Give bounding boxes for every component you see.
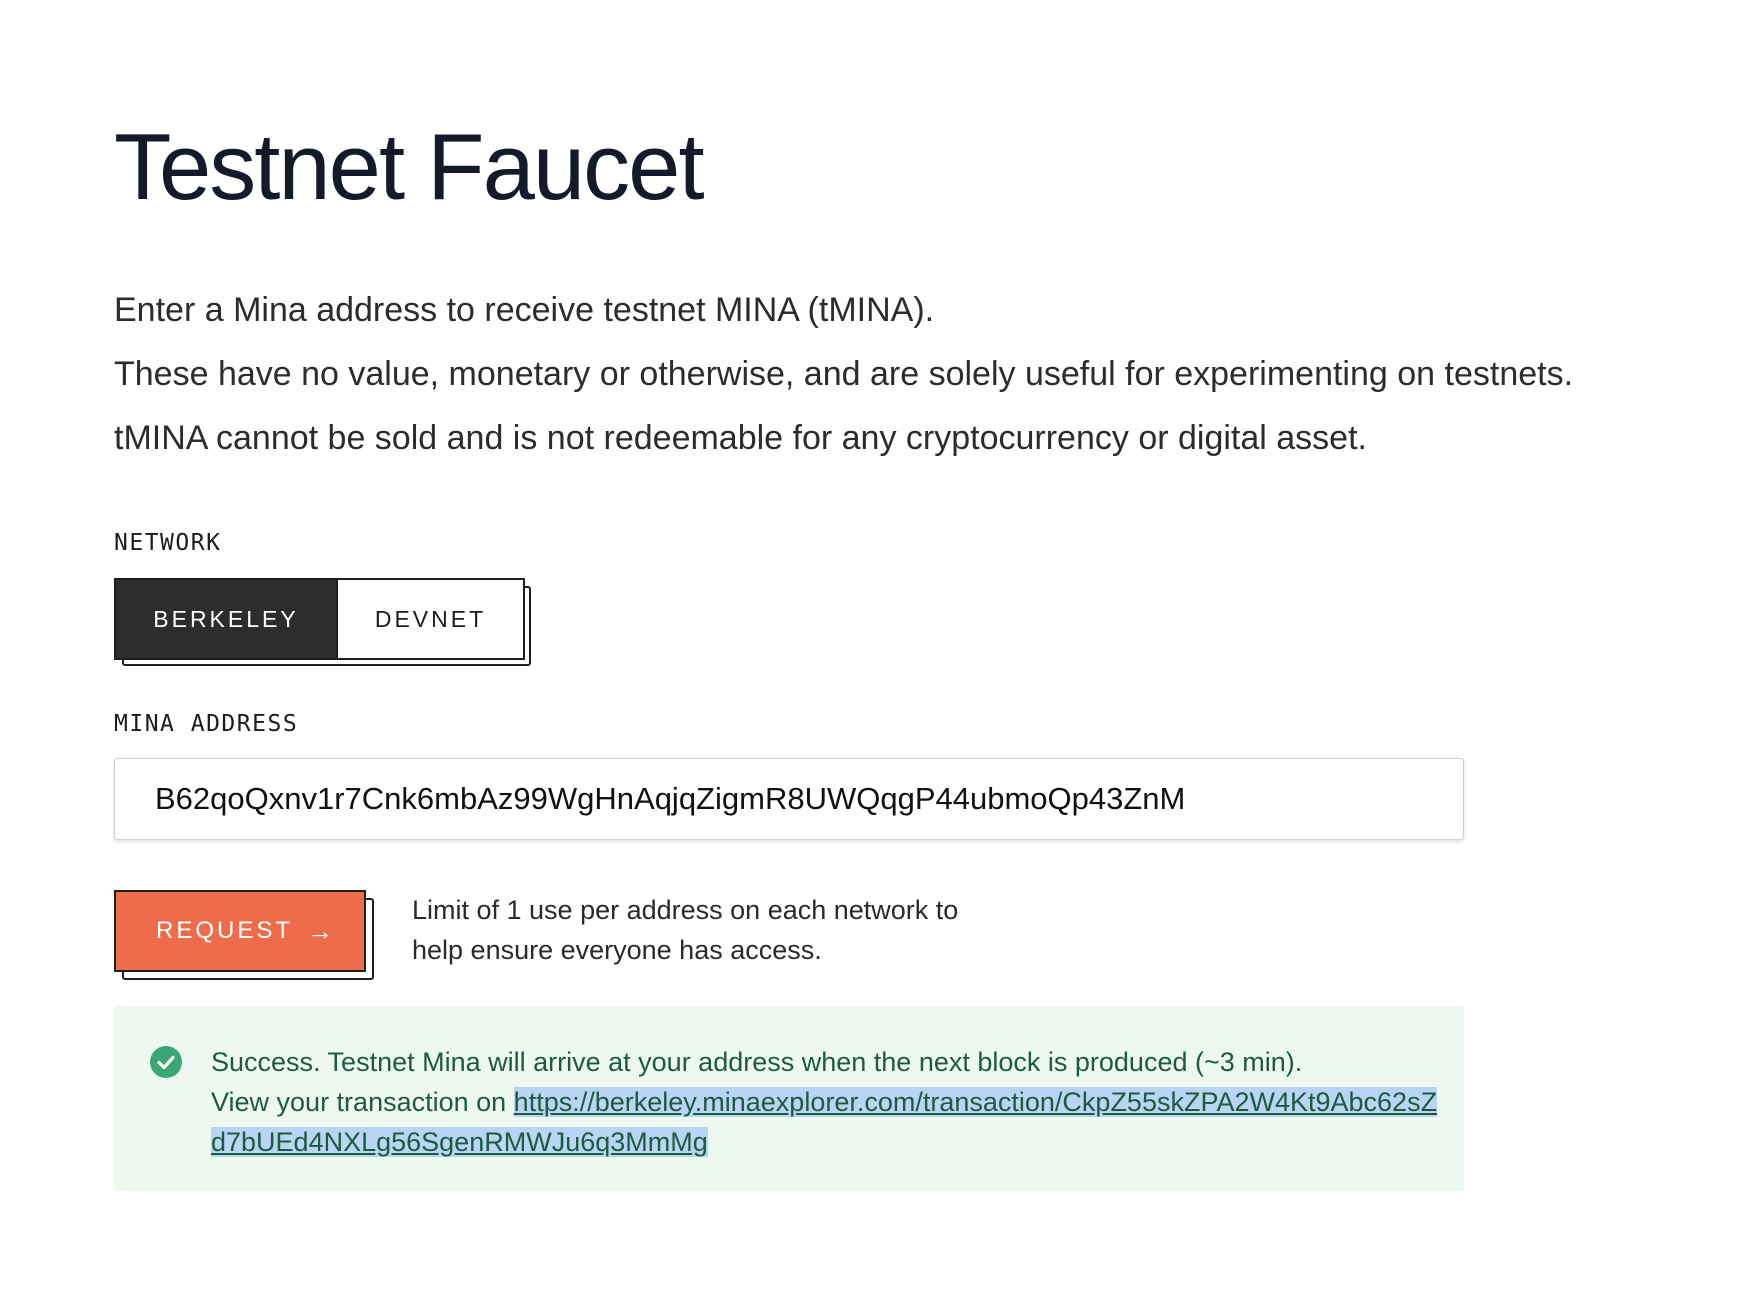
address-label: MINA ADDRESS bbox=[114, 711, 299, 737]
network-option-berkeley[interactable]: BERKELEY bbox=[116, 580, 336, 658]
request-button-wrap: REQUEST → bbox=[114, 890, 374, 980]
arrow-right-icon: → bbox=[307, 915, 334, 946]
intro-line: These have no value, monetary or otherwi… bbox=[114, 355, 1574, 393]
intro-line: tMINA cannot be sold and is not redeemab… bbox=[114, 419, 1367, 457]
limit-note-line: Limit of 1 use per address on each netwo… bbox=[412, 895, 959, 925]
success-text: Success. Testnet Mina will arrive at you… bbox=[211, 1042, 1451, 1162]
request-button[interactable]: REQUEST → bbox=[114, 890, 366, 972]
address-input[interactable] bbox=[114, 758, 1464, 840]
page-title: Testnet Faucet bbox=[114, 114, 705, 219]
check-circle-icon bbox=[150, 1046, 182, 1078]
limit-note: Limit of 1 use per address on each netwo… bbox=[412, 890, 1052, 970]
limit-note-line: help ensure everyone has access. bbox=[412, 935, 822, 965]
network-toggle: BERKELEY DEVNET bbox=[114, 578, 531, 666]
success-message: Success. Testnet Mina will arrive at you… bbox=[211, 1047, 1303, 1077]
intro-text: Enter a Mina address to receive testnet … bbox=[114, 278, 1674, 470]
request-button-label: REQUEST bbox=[156, 917, 294, 944]
network-toggle-group: BERKELEY DEVNET bbox=[114, 578, 525, 660]
view-transaction-prefix: View your transaction on bbox=[211, 1087, 514, 1117]
network-label: NETWORK bbox=[114, 530, 222, 556]
success-alert: Success. Testnet Mina will arrive at you… bbox=[114, 1006, 1464, 1191]
network-option-devnet[interactable]: DEVNET bbox=[336, 580, 523, 658]
intro-line: Enter a Mina address to receive testnet … bbox=[114, 291, 935, 329]
